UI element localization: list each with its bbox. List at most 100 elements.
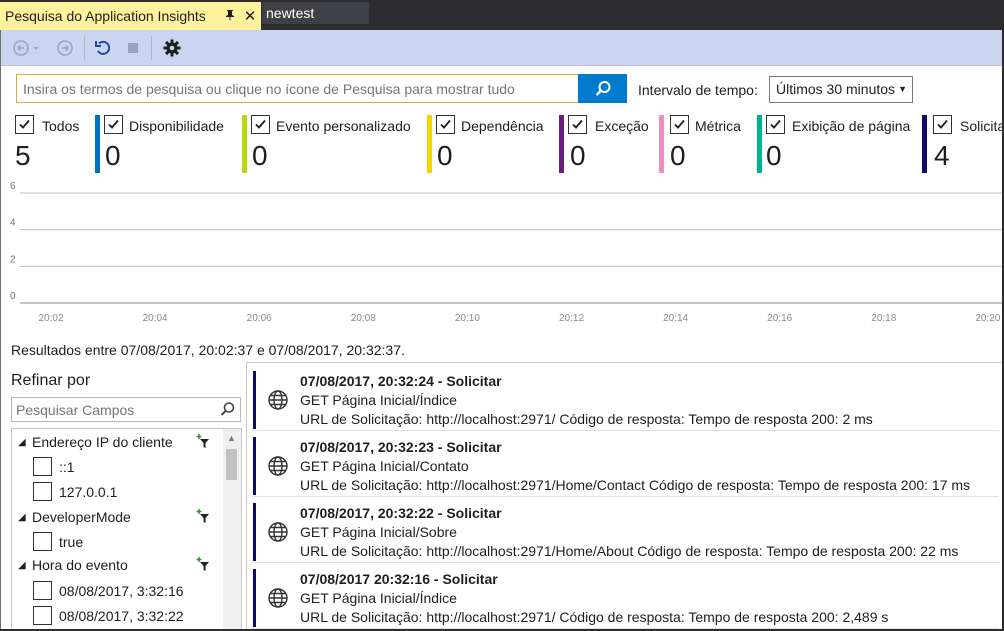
filter-metrica: Métrica 0	[659, 112, 757, 174]
chart-svg: 6 4 2 0 20:02 20:04 20:06 20:08 20:10 20:12 20:14 2…	[10, 182, 1002, 324]
scroll-up-icon[interactable]: ▲	[227, 433, 236, 443]
tab-newtest[interactable]: newtest	[262, 2, 369, 24]
x-tick-label: 20:12	[559, 313, 584, 324]
time-range-select[interactable]: Últimos 30 minutos ▼	[769, 76, 913, 103]
filter-color-bar	[95, 115, 100, 173]
type-filters: Todos 5 Disponibilidade 0 Evento persona…	[0, 112, 1004, 178]
result-accent-bar	[253, 371, 256, 429]
search-icon[interactable]	[219, 401, 236, 421]
checkmark-icon	[440, 119, 451, 129]
checkbox[interactable]	[33, 606, 52, 625]
y-tick-label: 4	[10, 218, 16, 229]
filter-dependencia: Dependência 0	[427, 112, 559, 174]
filter-color-bar	[659, 115, 664, 173]
toolbar-separator	[84, 36, 85, 60]
result-item[interactable]: 07/08/2017 20:32:16 - Solicitar GET Pági…	[253, 567, 999, 629]
tree-group-label: Endereço IP do cliente	[32, 434, 173, 450]
stop-button[interactable]	[122, 36, 144, 60]
filter-count: 4	[934, 140, 950, 171]
filter-color-bar	[242, 115, 247, 173]
filter-label: Todos	[42, 118, 80, 134]
scrollbar-thumb[interactable]	[226, 449, 237, 480]
checkbox[interactable]	[33, 482, 52, 501]
refresh-icon	[95, 40, 111, 55]
result-accent-bar	[253, 437, 256, 495]
checkbox-todos[interactable]	[15, 115, 34, 134]
filter-count: 0	[570, 140, 586, 171]
checkbox-exibicao-de-pagina[interactable]	[766, 115, 785, 134]
checkbox-solicitacao[interactable]	[933, 115, 952, 134]
result-operation: GET Página Inicial/Índice	[300, 392, 457, 408]
filter-count: 5	[15, 140, 31, 171]
expanded-triangle-icon[interactable]: ◢	[18, 437, 32, 448]
filter-label: Métrica	[695, 118, 741, 134]
result-title: 07/08/2017, 20:32:24 - Solicitar	[300, 373, 502, 389]
result-item[interactable]: 07/08/2017, 20:32:24 - Solicitar GET Pág…	[253, 369, 999, 431]
filter-count: 0	[105, 140, 121, 171]
tree-item[interactable]: 08/08/2017, 3:32:22	[33, 606, 184, 625]
checkmark-icon	[255, 119, 266, 129]
tree-group-client-ip[interactable]: ◢ Endereço IP do cliente	[18, 434, 173, 450]
globe-icon	[267, 455, 289, 480]
refine-search-input[interactable]	[12, 398, 212, 421]
search-icon	[595, 80, 610, 96]
checkbox[interactable]	[33, 581, 52, 600]
globe-icon	[267, 587, 289, 612]
filter-label: Exceção	[595, 118, 649, 134]
x-tick-label: 20:02	[38, 313, 63, 324]
add-filter-icon[interactable]	[196, 508, 212, 527]
filter-count: 0	[437, 140, 453, 171]
checkmark-icon	[674, 119, 685, 129]
checkbox-dependencia[interactable]	[436, 115, 455, 134]
checkbox-metrica[interactable]	[670, 115, 689, 134]
results-summary: Resultados entre 07/08/2017, 20:02:37 e …	[11, 342, 405, 358]
checkmark-icon	[108, 119, 119, 129]
checkbox-excecao[interactable]	[568, 115, 587, 134]
filter-color-bar	[427, 115, 432, 173]
back-arrow-icon	[13, 40, 39, 56]
tree-item-label: 08/08/2017, 3:32:16	[59, 582, 184, 599]
search-button[interactable]	[578, 74, 627, 103]
tab-title: Pesquisa do Application Insights	[5, 8, 206, 24]
result-item[interactable]: 07/08/2017, 20:32:23 - Solicitar GET Pág…	[253, 435, 999, 497]
result-title: 07/08/2017, 20:32:22 - Solicitar	[300, 505, 502, 521]
add-filter-icon[interactable]	[196, 433, 212, 452]
events-chart: 6 4 2 0 20:02 20:04 20:06 20:08 20:10 20:12 20:14 2…	[0, 182, 1004, 328]
expanded-triangle-icon[interactable]: ◢	[18, 560, 32, 571]
result-operation: GET Página Inicial/Sobre	[300, 524, 457, 540]
refresh-button[interactable]	[92, 36, 114, 60]
tree-group-event-time[interactable]: ◢ Hora do evento	[18, 557, 128, 573]
tree-group-developer-mode[interactable]: ◢ DeveloperMode	[18, 509, 131, 525]
tab-application-insights-search[interactable]: Pesquisa do Application Insights ✕	[0, 2, 261, 30]
search-input[interactable]	[17, 75, 578, 102]
checkbox-disponibilidade[interactable]	[104, 115, 123, 134]
refine-title: Refinar por	[11, 372, 91, 389]
close-icon[interactable]: ✕	[239, 7, 261, 25]
tree-item[interactable]: ::1	[33, 457, 75, 476]
result-details: URL de Solicitação: http://localhost:297…	[300, 543, 959, 559]
toolbar	[0, 30, 1004, 66]
tree-item[interactable]: 127.0.0.1	[33, 482, 117, 501]
tree-item[interactable]: 08/08/2017, 3:32:16	[33, 581, 184, 600]
checkmark-icon	[770, 119, 781, 129]
checkbox[interactable]	[33, 457, 52, 476]
tree-item[interactable]: true	[33, 532, 83, 551]
tree-scrollbar[interactable]: ▲	[223, 429, 241, 631]
x-tick-label: 20:06	[247, 313, 272, 324]
pin-icon[interactable]	[221, 9, 239, 24]
checkmark-icon	[572, 119, 583, 129]
back-button[interactable]	[10, 36, 44, 60]
time-range-label: Intervalo de tempo:	[638, 82, 758, 98]
time-range-value: Últimos 30 minutos	[776, 81, 896, 97]
forward-button[interactable]	[54, 36, 76, 60]
result-accent-bar	[253, 503, 256, 561]
expanded-triangle-icon[interactable]: ◢	[18, 512, 32, 523]
settings-button[interactable]	[160, 36, 184, 60]
checkbox-evento-personalizado[interactable]	[251, 115, 270, 134]
result-item[interactable]: 07/08/2017, 20:32:22 - Solicitar GET Pág…	[253, 501, 999, 563]
add-filter-icon[interactable]	[196, 556, 212, 575]
checkbox[interactable]	[33, 532, 52, 551]
checkmark-icon	[19, 119, 30, 129]
result-operation: GET Página Inicial/Contato	[300, 458, 469, 474]
filter-color-bar	[559, 115, 564, 173]
